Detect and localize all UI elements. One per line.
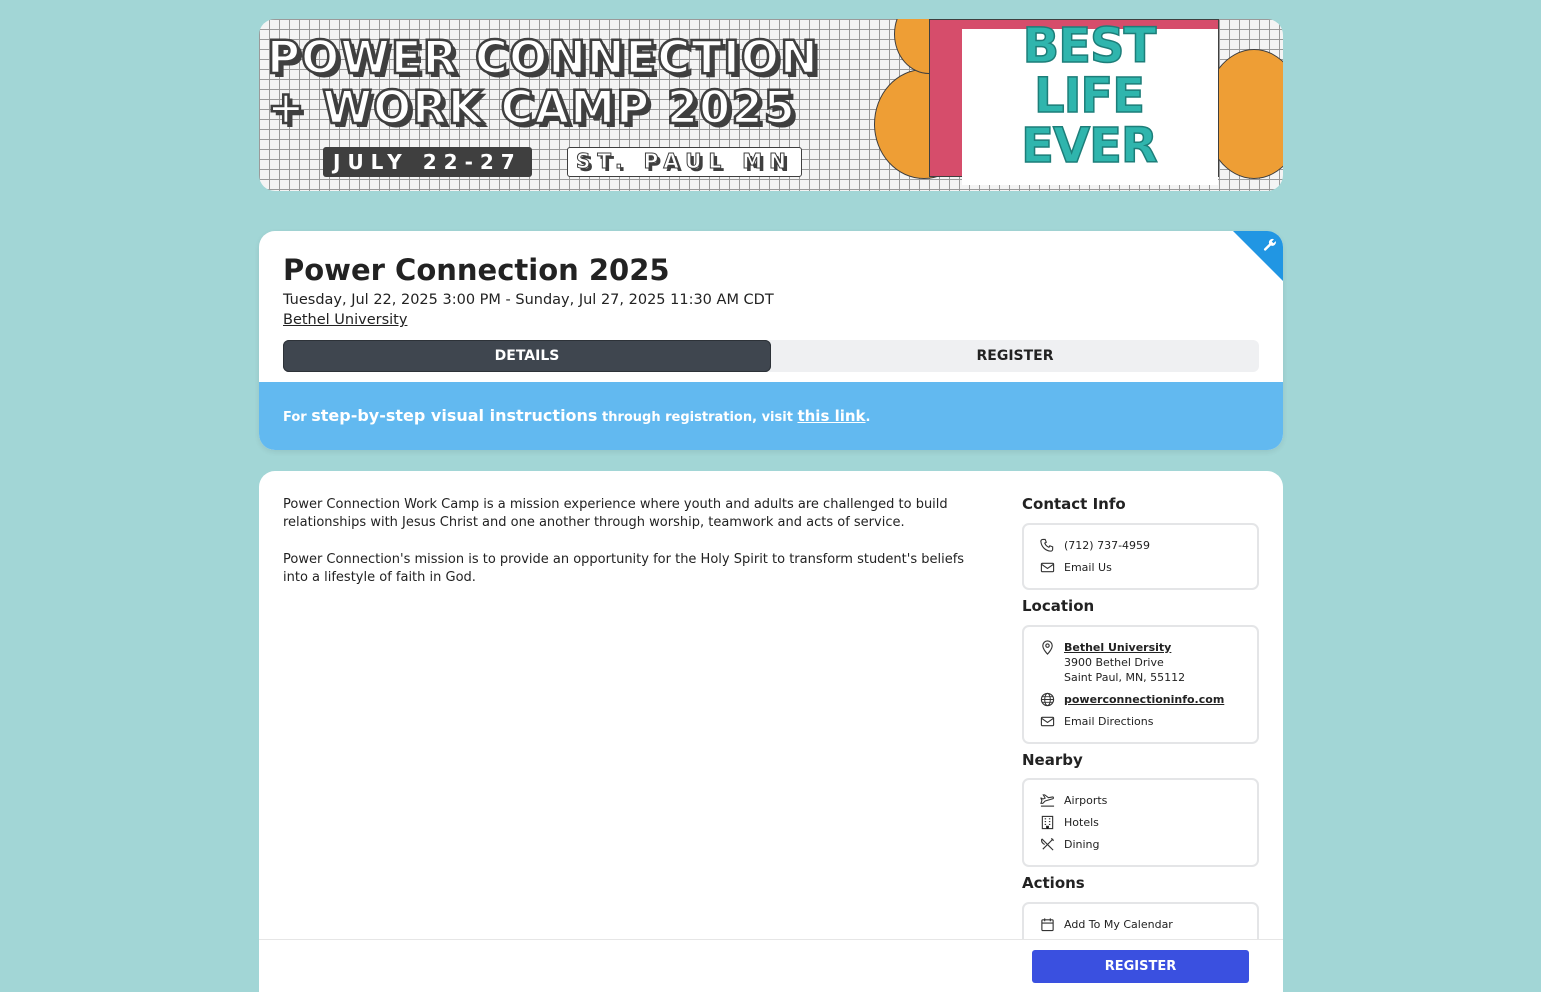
sticky-footer: REGISTER <box>259 939 1283 992</box>
tab-details[interactable]: DETAILS <box>283 340 771 372</box>
wrench-icon[interactable] <box>1263 238 1277 256</box>
venue-link[interactable]: Bethel University <box>283 312 407 328</box>
banner-title: POWER CONNECTION + WORK CAMP 2025 <box>266 31 819 134</box>
register-button[interactable]: REGISTER <box>1032 950 1249 983</box>
event-description: Power Connection Work Camp is a mission … <box>283 496 993 606</box>
art-text-best: BEST <box>1022 19 1157 74</box>
notice-prefix: For <box>283 410 307 425</box>
phone-icon <box>1038 538 1056 553</box>
location-title: Location <box>1022 597 1095 615</box>
website-row[interactable]: powerconnectioninfo.com <box>1038 692 1224 707</box>
building-icon <box>1038 815 1056 830</box>
venue-city: Saint Paul, MN, 55112 <box>1064 671 1186 684</box>
add-to-calendar[interactable]: Add To My Calendar <box>1038 917 1173 932</box>
plane-icon <box>1038 793 1056 808</box>
description-paragraph: Power Connection's mission is to provide… <box>283 552 965 585</box>
page-title: Power Connection 2025 <box>283 253 670 287</box>
nearby-box: Airports Hotels Dining <box>1022 778 1259 867</box>
location-box: Bethel University 3900 Bethel Drive Sain… <box>1022 625 1259 744</box>
actions-title: Actions <box>1022 874 1085 892</box>
description-paragraph: Power Connection Work Camp is a mission … <box>283 497 948 530</box>
banner-date: JULY 22-27 <box>323 147 532 177</box>
email-us-link: Email Us <box>1064 561 1112 574</box>
venue-name-link[interactable]: Bethel University <box>1064 640 1185 655</box>
calendar-icon <box>1038 917 1056 932</box>
event-details-card: Power Connection Work Camp is a mission … <box>259 471 1283 992</box>
nearby-hotels-label: Hotels <box>1064 816 1099 829</box>
email-directions-row[interactable]: Email Directions <box>1038 714 1153 729</box>
envelope-icon <box>1038 560 1056 575</box>
nearby-dining[interactable]: Dining <box>1038 837 1100 852</box>
event-date-range: Tuesday, Jul 22, 2025 3:00 PM - Sunday, … <box>283 292 774 308</box>
venue-row: Bethel University 3900 Bethel Drive Sain… <box>1038 640 1185 685</box>
envelope-icon <box>1038 714 1056 729</box>
add-to-calendar-label: Add To My Calendar <box>1064 918 1173 931</box>
notice-middle: through registration, visit <box>601 410 793 425</box>
instructions-link[interactable]: this link <box>797 407 865 425</box>
nearby-airports-label: Airports <box>1064 794 1108 807</box>
notice-suffix: . <box>865 410 871 425</box>
utensils-icon <box>1038 837 1056 852</box>
email-row[interactable]: Email Us <box>1038 560 1112 575</box>
contact-info-title: Contact Info <box>1022 495 1126 513</box>
map-pin-icon <box>1038 640 1056 655</box>
banner-title-line1: POWER CONNECTION <box>266 31 819 84</box>
nearby-dining-label: Dining <box>1064 838 1100 851</box>
banner-place: ST. PAUL MN <box>567 147 802 177</box>
venue-street: 3900 Bethel Drive <box>1064 656 1164 669</box>
event-tabs: DETAILS REGISTER <box>283 340 1259 372</box>
website-link: powerconnectioninfo.com <box>1064 693 1225 706</box>
nearby-hotels[interactable]: Hotels <box>1038 815 1099 830</box>
phone-row[interactable]: (712) 737-4959 <box>1038 538 1150 553</box>
event-header-card: Power Connection 2025 Tuesday, Jul 22, 2… <box>259 231 1283 450</box>
art-text-life: LIFE <box>1033 68 1146 124</box>
nearby-airports[interactable]: Airports <box>1038 793 1107 808</box>
notice-highlight: step-by-step visual instructions <box>311 406 598 425</box>
globe-icon <box>1038 692 1056 707</box>
phone-number: (712) 737-4959 <box>1064 539 1151 552</box>
banner-artwork: BEST LIFE EVER <box>874 19 1283 191</box>
art-text-ever: EVER <box>1020 118 1158 174</box>
email-directions-label: Email Directions <box>1064 715 1154 728</box>
event-banner: POWER CONNECTION + WORK CAMP 2025 JULY 2… <box>259 19 1283 191</box>
tab-register[interactable]: REGISTER <box>771 340 1259 372</box>
nearby-title: Nearby <box>1022 751 1083 769</box>
best-life-ever-text: BEST LIFE EVER <box>974 19 1204 174</box>
contact-info-box: (712) 737-4959 Email Us <box>1022 523 1259 590</box>
instructions-notice: For step-by-step visual instructions thr… <box>259 382 1283 450</box>
banner-title-line2: + WORK CAMP 2025 <box>266 81 796 134</box>
